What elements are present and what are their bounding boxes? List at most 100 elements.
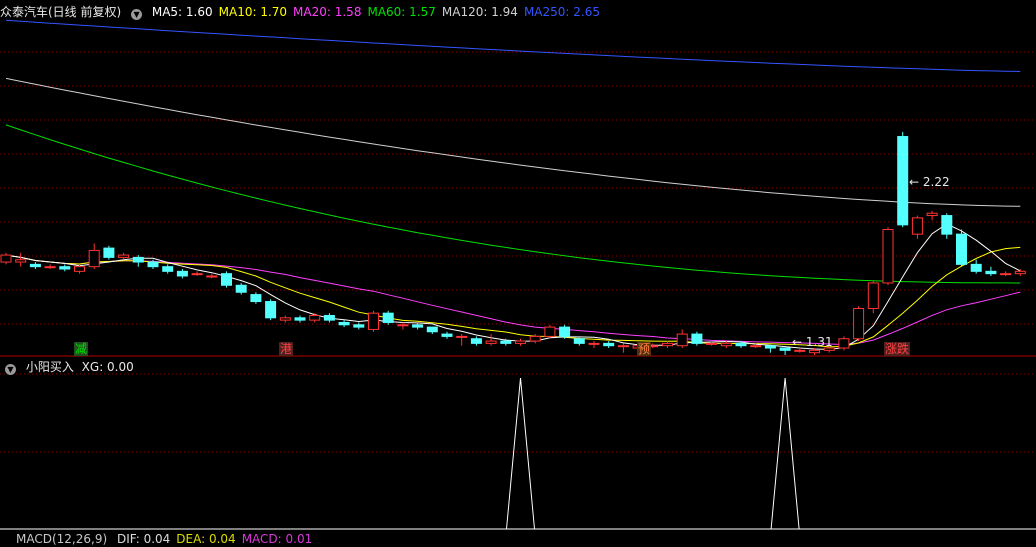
candle-body xyxy=(882,228,894,284)
candle-body xyxy=(662,342,673,347)
candle-body xyxy=(926,212,938,217)
candle-body xyxy=(515,340,526,344)
candle-body xyxy=(147,261,159,268)
event-marker[interactable]: 涨跌 xyxy=(884,342,911,356)
candle-body xyxy=(691,333,703,344)
candle-body xyxy=(500,340,512,344)
ma-legend-item-0: MA5: 1.60 xyxy=(151,5,213,19)
chevron-down-icon[interactable]: ▼ xyxy=(131,9,143,20)
macd-legend-item-1: DEA: 0.04 xyxy=(176,532,236,546)
candle-body xyxy=(573,338,585,344)
macd-legend-item-2: MACD: 0.01 xyxy=(241,532,313,546)
high-value: 2.22 xyxy=(922,175,950,189)
signal-spike xyxy=(770,377,800,530)
candle-body xyxy=(441,333,453,337)
high-annotation: ← 2.22 xyxy=(908,175,951,189)
chart-stage xyxy=(0,0,1036,538)
candle-body xyxy=(617,345,629,348)
macd-header: MACD(12,26,9) DIF: 0.04 DEA: 0.04 MACD: 0.… xyxy=(16,531,324,547)
candle-body xyxy=(853,308,865,340)
candle-body xyxy=(103,247,115,258)
sub-panel-value: XG: 0.00 xyxy=(81,360,134,374)
candle-body xyxy=(397,324,409,327)
candle-body xyxy=(559,326,571,337)
candle-body xyxy=(412,324,424,328)
candle-body xyxy=(735,342,747,347)
chart-header: 众泰汽车(日线 前复权) ▼ MA5: 1.60 MA10: 1.70 MA20: … xyxy=(0,4,612,20)
candle-body xyxy=(588,342,600,345)
candle-body xyxy=(941,215,953,235)
low-value: 1.31 xyxy=(805,335,833,349)
candle-body xyxy=(382,312,394,323)
candle-body xyxy=(426,326,438,333)
stock-title: 众泰汽车(日线 前复权) xyxy=(0,5,122,19)
macd-title: MACD(12,26,9) xyxy=(16,532,108,546)
candle-body xyxy=(779,347,791,351)
chart-svg xyxy=(0,19,1036,530)
event-marker[interactable]: 港 xyxy=(279,342,294,356)
candle-body xyxy=(250,294,262,303)
ma-legend-item-2: MA20: 1.58 xyxy=(293,5,362,19)
event-marker[interactable]: 减 xyxy=(74,342,89,356)
candle-body xyxy=(368,312,379,330)
low-annotation: ← 1.31 xyxy=(791,335,834,349)
sub-panel-title: 小阳买入 xyxy=(25,360,74,374)
macd-legend: DIF: 0.04 DEA: 0.04 MACD: 0.01 xyxy=(117,532,318,546)
candle-body xyxy=(88,249,100,268)
candle-body xyxy=(235,284,247,293)
candle-body xyxy=(794,349,806,352)
candle-body xyxy=(59,266,71,270)
candle-body xyxy=(470,338,482,344)
candle-body xyxy=(985,270,997,275)
candle-body xyxy=(676,333,688,347)
candle-body xyxy=(15,259,27,263)
candle-body xyxy=(265,301,277,319)
candle-body xyxy=(764,345,776,349)
ma-legend-item-3: MA60: 1.57 xyxy=(367,5,436,19)
ma-legend-item-5: MA250: 2.65 xyxy=(523,5,600,19)
candle-body xyxy=(338,321,350,326)
candle-body xyxy=(809,349,820,354)
candle-body xyxy=(162,266,174,272)
chevron-down-icon[interactable]: ▼ xyxy=(5,364,16,375)
candle-body xyxy=(44,266,56,269)
candle-body xyxy=(294,317,306,321)
candle-body xyxy=(897,136,909,226)
candle-body xyxy=(867,282,879,310)
sub-panel-header: ▼ 小阳买入 XG: 0.00 xyxy=(0,359,140,375)
candle-body xyxy=(221,273,232,286)
high-arrow-icon: ← xyxy=(909,175,920,189)
candle-body xyxy=(323,314,335,321)
candle-body xyxy=(529,335,541,342)
ma-legend-item-1: MA10: 1.70 xyxy=(218,5,288,19)
macd-legend-item-0: DIF: 0.04 xyxy=(116,532,171,546)
ma120-line xyxy=(5,77,1021,207)
candle-body xyxy=(132,256,144,263)
candle-body xyxy=(603,342,615,347)
ma250-line xyxy=(5,19,1021,72)
ma-legend-item-4: MA120: 1.94 xyxy=(441,5,518,19)
candle-body xyxy=(456,335,468,338)
candle-body xyxy=(279,317,291,321)
candle-body xyxy=(1000,273,1012,276)
candle-body xyxy=(74,266,85,272)
candle-body xyxy=(176,270,188,277)
event-marker[interactable]: 预 xyxy=(637,342,652,356)
candle-body xyxy=(970,263,982,272)
candle-body xyxy=(720,342,732,347)
candle-body xyxy=(353,324,365,328)
candle-body xyxy=(29,263,41,268)
candle-body xyxy=(191,273,203,276)
candle-body xyxy=(706,342,718,345)
ma-legend: MA5: 1.60 MA10: 1.70 MA20: 1.58 MA60: 1.57 M… xyxy=(152,5,606,19)
candle-body xyxy=(544,326,556,337)
candle-body xyxy=(911,217,923,235)
candle-body xyxy=(0,254,12,263)
low-arrow-icon: ← xyxy=(792,335,803,349)
candle-body xyxy=(206,275,218,278)
candle-body xyxy=(309,314,321,321)
candle-body xyxy=(838,338,850,349)
candle-body xyxy=(118,254,130,258)
candle-body xyxy=(485,340,497,344)
signal-spike xyxy=(506,377,535,530)
